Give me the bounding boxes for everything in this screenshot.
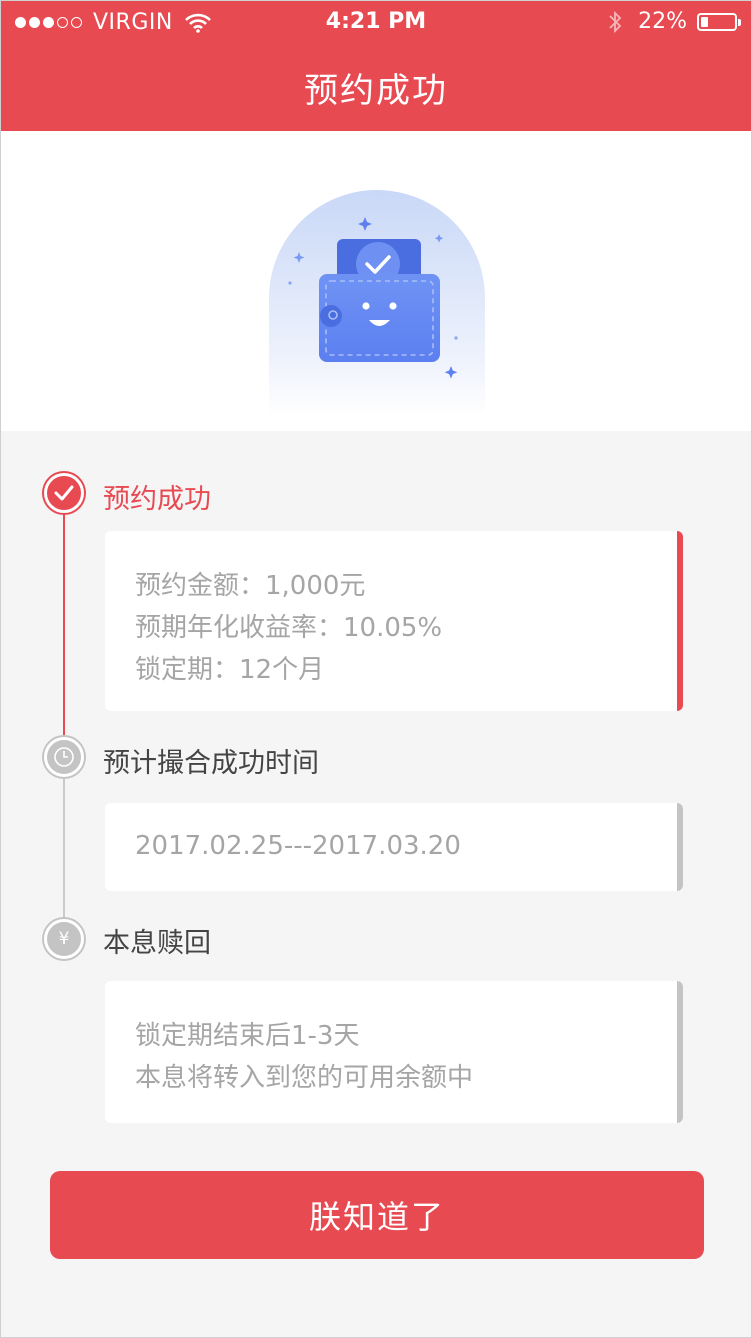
redemption-destination: 本息将转入到您的可用余额中 [135, 1063, 474, 1093]
card-accent-bar [677, 531, 683, 711]
battery-icon [697, 12, 741, 31]
step-title-reserved: 预约成功 [103, 484, 211, 515]
step-title-redemption: 本息赎回 [103, 928, 211, 959]
timeline-line-active [63, 513, 65, 739]
timeline-line-inactive [63, 777, 65, 919]
screen: VIRGIN 4:21 PM 22% 预约成功 预约成功 预约金额：1,000元… [0, 0, 752, 1338]
status-bar: VIRGIN 4:21 PM 22% [1, 1, 751, 45]
status-right: 22% [608, 9, 741, 34]
matching-date-range: 2017.02.25---2017.03.20 [135, 831, 461, 861]
card-accent-bar [677, 803, 683, 891]
card-accent-bar [677, 981, 683, 1123]
bluetooth-icon [609, 10, 622, 33]
redemption-timing: 锁定期结束后1-3天 [135, 1021, 360, 1051]
wallet-illustration [269, 190, 485, 416]
clock-icon [44, 737, 84, 777]
expected-annual-yield: 预期年化收益率：10.05% [135, 613, 443, 643]
step-title-matching-time: 预计撮合成功时间 [103, 748, 319, 779]
reservation-amount: 预约金额：1,000元 [135, 571, 366, 601]
header: VIRGIN 4:21 PM 22% 预约成功 [1, 1, 751, 131]
battery-percent: 22% [638, 9, 687, 34]
lock-period: 锁定期：12个月 [135, 655, 325, 685]
page-title: 预约成功 [304, 71, 448, 111]
acknowledge-button[interactable]: 朕知道了 [50, 1171, 704, 1259]
reservation-details-card: 预约金额：1,000元 预期年化收益率：10.05% 锁定期：12个月 [105, 531, 683, 711]
check-icon [44, 473, 84, 513]
matching-time-card: 2017.02.25---2017.03.20 [105, 803, 683, 891]
yen-icon: ¥ [44, 919, 84, 959]
hero-section [1, 131, 751, 431]
redemption-card: 锁定期结束后1-3天 本息将转入到您的可用余额中 [105, 981, 683, 1123]
